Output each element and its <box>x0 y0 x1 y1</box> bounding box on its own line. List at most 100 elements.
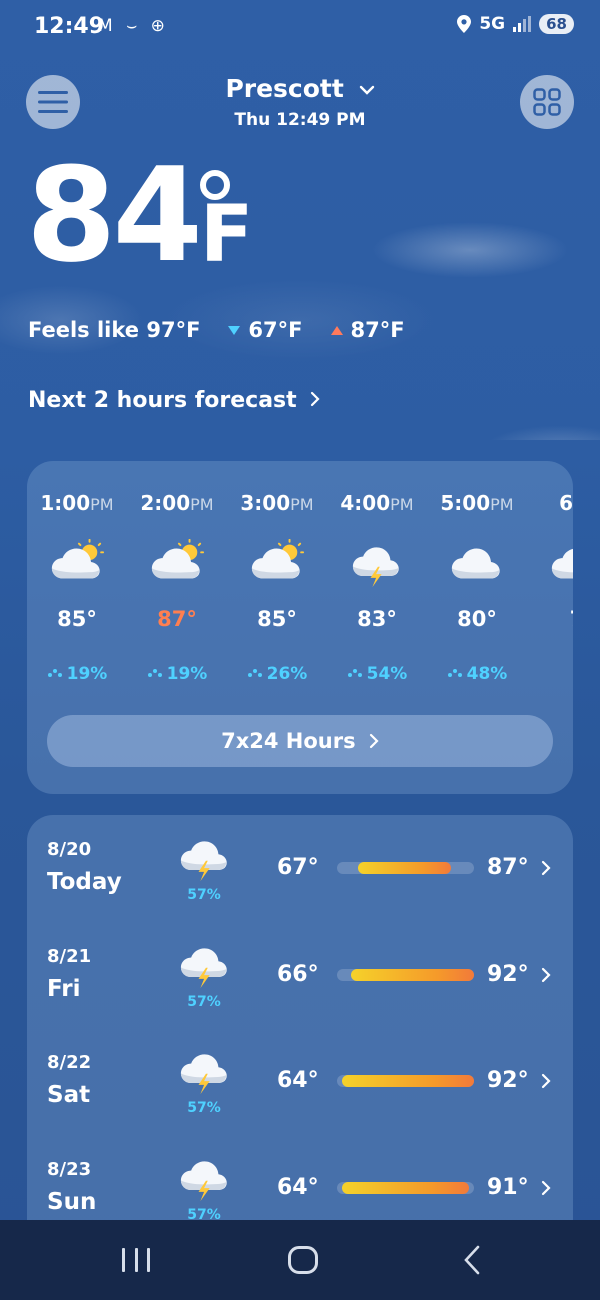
temp-range-bar <box>337 862 474 874</box>
hourly-item: 2:00PM 87° 19% <box>127 461 227 691</box>
daily-day: Fri <box>47 975 81 1002</box>
daily-precip: 57% <box>187 1100 221 1116</box>
feels-like-row: Feels like 97°F 67°F 87°F <box>28 318 405 342</box>
daily-day: Sat <box>47 1082 91 1108</box>
hourly-precip: 48% <box>427 664 527 684</box>
raindrops-icon <box>147 669 162 677</box>
daily-row[interactable]: 8/21 Fri 57% 66° 92° <box>27 922 573 1028</box>
raindrops-icon <box>347 669 362 677</box>
daily-precip: 57% <box>187 993 221 1010</box>
battery-icon: 68 <box>539 14 574 34</box>
7x24-hours-label: 7x24 Hours <box>221 729 356 753</box>
temp-range-fill <box>351 968 474 981</box>
grid-icon <box>533 88 561 116</box>
raindrops-icon <box>447 669 462 677</box>
hourly-temp: 85° <box>57 607 97 631</box>
chevron-right-icon <box>541 860 551 876</box>
cloudy-icon <box>449 539 505 585</box>
recent-apps-button[interactable] <box>122 1248 150 1272</box>
daily-high: 92° <box>487 1068 529 1093</box>
status-bar: 12:49 M ⌣ ⊕ 5G 68 <box>0 0 600 56</box>
daily-low: 64° <box>277 1068 319 1093</box>
notification-icons: M ⌣ ⊕ <box>98 16 169 36</box>
hourly-time: 3:00PM <box>240 491 314 515</box>
daily-row[interactable]: 8/22 Sat 57% 64° 92° <box>27 1028 573 1134</box>
chevron-right-icon <box>369 733 379 749</box>
chevron-right-icon <box>311 391 320 407</box>
hourly-time: 4:00PM <box>340 491 414 515</box>
hourly-item: 3:00PM 85° 26% <box>227 461 327 691</box>
hourly-precip: 19% <box>127 664 227 684</box>
hourly-time: 5:00PM <box>440 491 514 515</box>
hourly-temp: 83° <box>357 607 397 631</box>
hourly-temp: 85° <box>257 607 297 631</box>
hourly-time: 2:00PM <box>140 491 214 515</box>
daily-forecast-card[interactable]: 8/20 Today 57% 67° 87° 8/21 Fri 57% 66° 92° 8/22 Sa… <box>27 815 573 1235</box>
hourly-item: 1:00PM 85° 19% <box>27 461 127 691</box>
hourly-precip: 19% <box>27 664 127 684</box>
hourly-precip: 54% <box>327 664 427 684</box>
daily-low: 64° <box>277 1174 319 1200</box>
city-name: Prescott <box>225 74 344 103</box>
chevron-right-icon <box>541 1073 551 1089</box>
current-datetime: Thu 12:49 PM <box>234 110 366 130</box>
hourly-time: 6:0 <box>559 491 573 515</box>
next-2-hours-link[interactable]: Next 2 hours forecast <box>28 388 320 413</box>
chevron-right-icon <box>541 967 551 982</box>
hourly-forecast-card[interactable]: 7x24 Hours 1:00PM 85° 19% 2:00PM 87° 19% 3:00P… <box>27 461 573 794</box>
temp-range-bar <box>337 1181 474 1194</box>
thunderstorm-icon <box>177 940 231 990</box>
raindrops-icon <box>47 669 62 677</box>
today-high: 87°F <box>350 318 405 342</box>
daily-day: Sun <box>47 1188 97 1215</box>
thunderstorm-icon <box>177 833 231 883</box>
hourly-precip: 26% <box>227 664 327 684</box>
partly-sunny-icon <box>49 538 105 585</box>
daily-date: 8/22 <box>47 1052 92 1073</box>
daily-day: Today <box>47 869 122 895</box>
today-low: 67°F <box>248 318 303 342</box>
home-button[interactable] <box>288 1246 318 1274</box>
hourly-time: 1:00PM <box>40 491 114 515</box>
feels-like: Feels like 97°F <box>28 318 201 342</box>
hourly-temp: 80° <box>457 607 497 631</box>
temp-range-fill <box>342 1075 474 1087</box>
hourly-item: 5:00PM 80° 48% <box>427 461 527 691</box>
temp-range-bar <box>337 1075 474 1087</box>
temp-range-fill <box>358 862 451 874</box>
chevron-right-icon <box>541 1180 551 1195</box>
back-button[interactable] <box>463 1245 481 1275</box>
hourly-item: 6:0 7 <box>527 461 573 691</box>
temp-range-fill <box>342 1181 469 1194</box>
city-selector[interactable]: Prescott <box>0 74 600 103</box>
daily-high: 91° <box>487 1174 529 1200</box>
daily-precip: 57% <box>187 887 221 903</box>
hourly-temp: 7 <box>527 607 573 631</box>
raindrops-icon <box>247 669 262 677</box>
thunderstorm-icon <box>177 1046 231 1096</box>
daily-date: 8/21 <box>47 945 92 967</box>
low-arrow-icon <box>228 325 241 335</box>
daily-date: 8/23 <box>47 1158 92 1180</box>
daily-high: 87° <box>487 855 529 880</box>
next-2-hours-label: Next 2 hours forecast <box>28 388 297 413</box>
temperature-unit: F <box>200 190 254 280</box>
7x24-hours-button[interactable]: 7x24 Hours <box>47 715 553 767</box>
widgets-button[interactable] <box>520 75 574 129</box>
daily-date: 8/20 <box>47 839 92 860</box>
daily-low: 67° <box>277 855 319 880</box>
daily-high: 92° <box>487 961 529 987</box>
daily-row[interactable]: 8/20 Today 57% 67° 87° <box>27 815 573 921</box>
thunderstorm-icon <box>349 539 405 588</box>
hourly-item: 4:00PM 83° 54% <box>327 461 427 691</box>
partly-sunny-icon <box>249 538 305 585</box>
cloudy-icon <box>549 539 573 585</box>
temp-range-bar <box>337 968 474 981</box>
chevron-down-icon <box>359 85 374 95</box>
status-time: 12:49 <box>34 14 105 39</box>
daily-low: 66° <box>277 961 319 987</box>
current-temperature: 84 <box>26 139 203 291</box>
hourly-temp: 87° <box>157 607 197 631</box>
thunderstorm-icon <box>177 1153 231 1203</box>
location-pin-icon <box>457 15 472 33</box>
